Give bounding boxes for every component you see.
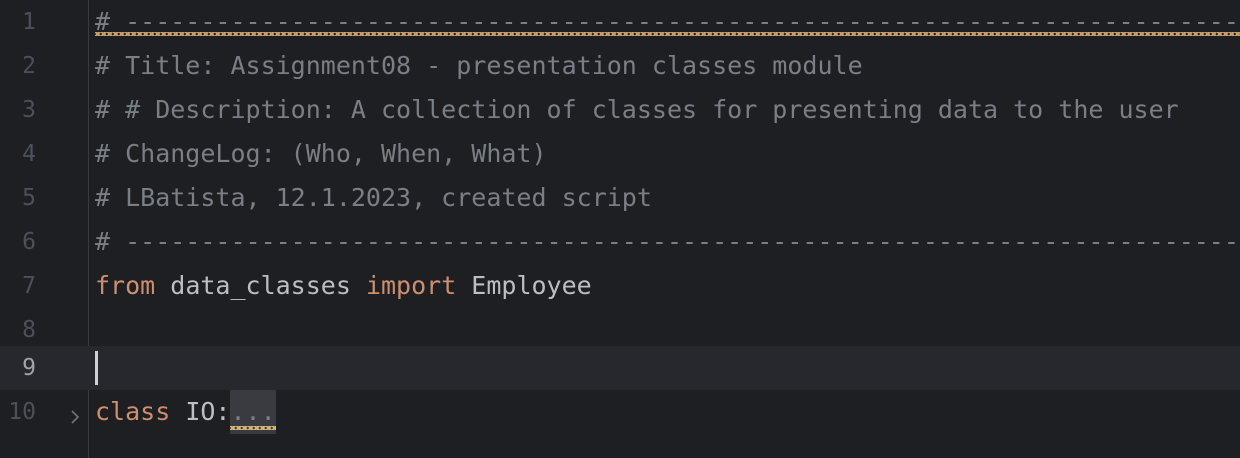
- code-line-text[interactable]: # --------------------------------------…: [95, 220, 1240, 264]
- code-line-text[interactable]: from data_classes import Employee: [95, 264, 592, 308]
- keyword-import: import: [365, 271, 457, 300]
- comment-divider: # --------------------------------------…: [95, 0, 1240, 44]
- line-number: 4: [22, 141, 36, 167]
- code-line-text[interactable]: # ChangeLog: (Who, When, What): [95, 132, 547, 176]
- line-number: 7: [22, 273, 36, 299]
- line-number: 1: [22, 9, 36, 35]
- line-number: 2: [22, 53, 36, 79]
- keyword-from: from: [95, 271, 156, 300]
- code-line[interactable]: 4 # ChangeLog: (Who, When, What): [0, 132, 1240, 176]
- code-line[interactable]: 7 from data_classes import Employee: [0, 264, 1240, 308]
- code-line-text[interactable]: # Title: Assignment08 - presentation cla…: [95, 44, 863, 88]
- module-name: data_classes: [155, 271, 366, 300]
- chevron-right-icon[interactable]: [66, 403, 84, 424]
- text-caret: [95, 351, 98, 385]
- imported-name: Employee: [456, 271, 592, 300]
- class-name: IO:: [170, 397, 231, 426]
- line-number: 5: [22, 185, 36, 211]
- current-code-line[interactable]: 9: [0, 346, 1240, 390]
- code-line[interactable]: 5 # LBatista, 12.1.2023, created script: [0, 176, 1240, 220]
- code-line[interactable]: 10 class IO:...: [0, 390, 1240, 434]
- code-editor[interactable]: 1 # ------------------------------------…: [0, 0, 1240, 458]
- keyword-class: class: [95, 397, 171, 426]
- code-line[interactable]: 3 # # Description: A collection of class…: [0, 88, 1240, 132]
- code-line-text[interactable]: class IO:...: [95, 390, 276, 434]
- code-line[interactable]: 6 # ------------------------------------…: [0, 220, 1240, 264]
- code-line[interactable]: 2 # Title: Assignment08 - presentation c…: [0, 44, 1240, 88]
- code-line-text[interactable]: # --------------------------------------…: [95, 0, 1240, 44]
- line-number: 6: [22, 229, 36, 255]
- line-number: 9: [22, 355, 36, 381]
- line-number: 3: [22, 97, 36, 123]
- line-number: 10: [8, 399, 36, 425]
- code-line[interactable]: 1 # ------------------------------------…: [0, 0, 1240, 44]
- code-line-text[interactable]: # LBatista, 12.1.2023, created script: [95, 176, 652, 220]
- folded-region[interactable]: ...: [230, 390, 276, 434]
- code-line-text[interactable]: # # Description: A collection of classes…: [95, 88, 1179, 132]
